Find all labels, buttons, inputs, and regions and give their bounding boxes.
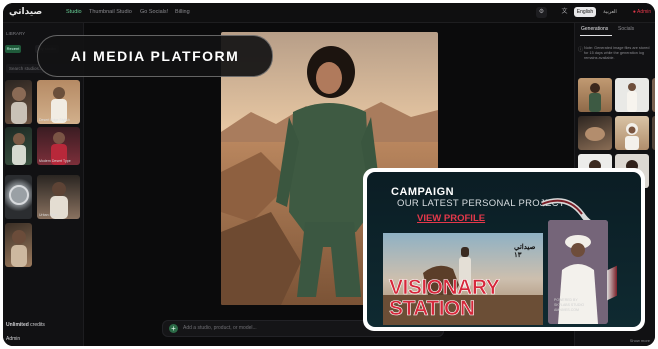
- language-english-button[interactable]: English: [574, 7, 596, 17]
- generation-thumb[interactable]: [652, 116, 655, 150]
- gear-icon[interactable]: ⚙: [536, 7, 547, 18]
- plan-label: Unlimited: [6, 322, 29, 328]
- active-tab-underline: [580, 35, 612, 36]
- prompt-input[interactable]: Add a studio, product, or model...: [183, 325, 257, 331]
- thumb-caption: Desert Edge Stylish: [39, 118, 70, 122]
- side-caption-1: POWERED BY: [554, 298, 578, 302]
- person-portrait-icon: [12, 133, 26, 165]
- user-icon: ●: [632, 9, 636, 15]
- profile-label: Admin: [636, 9, 652, 15]
- studio-thumb[interactable]: [5, 223, 32, 267]
- thumb-caption: Urban Style: [39, 213, 58, 217]
- studio-thumb[interactable]: Modern Desert Type: [37, 127, 80, 165]
- person-portrait-icon: [625, 123, 639, 150]
- poster-line-2: STATION: [389, 297, 476, 320]
- studio-thumb[interactable]: [5, 80, 32, 124]
- app-window: صيداتي Studio Thumbnail Studio Go Social…: [3, 3, 655, 346]
- tab-generations[interactable]: Generations: [581, 26, 608, 32]
- chip-recent[interactable]: Recent: [5, 45, 21, 53]
- tab-go-socials[interactable]: Go Socials!: [140, 9, 168, 15]
- top-navigation: صيداتي Studio Thumbnail Studio Go Social…: [3, 3, 655, 23]
- generation-thumb[interactable]: [578, 116, 612, 150]
- side-caption-3: AMNIVES.COM: [554, 308, 579, 312]
- person-portrait-icon: [589, 83, 601, 112]
- campaign-card-content: CAMPAIGN OUR LATEST PERSONAL PROJECT VIE…: [367, 172, 641, 327]
- campaign-poster[interactable]: صيداتي ١٣ VISIONARY STATION: [383, 233, 543, 325]
- studio-thumb[interactable]: [5, 175, 32, 219]
- tab-studio[interactable]: Studio: [66, 9, 82, 15]
- add-icon[interactable]: +: [169, 324, 178, 333]
- person-portrait-icon: [11, 87, 27, 124]
- campaign-title: CAMPAIGN: [391, 186, 455, 198]
- sidebar-account-label[interactable]: Admin: [6, 336, 20, 342]
- studio-thumb[interactable]: [5, 127, 32, 165]
- poster-line-1: VISIONARY: [389, 276, 500, 299]
- language-arabic-button[interactable]: العربية: [600, 7, 620, 17]
- plan-suffix: credits: [30, 322, 45, 328]
- tab-socials[interactable]: Socials: [618, 26, 634, 32]
- studio-thumb[interactable]: Desert Edge Stylish: [37, 80, 80, 124]
- lens-icon: [9, 185, 29, 205]
- translate-icon[interactable]: 文: [559, 7, 570, 18]
- generation-thumb[interactable]: [652, 78, 655, 112]
- show-more-link[interactable]: Show more: [630, 338, 650, 343]
- library-heading: LIBRARY: [6, 31, 26, 36]
- generation-thumb[interactable]: [578, 78, 612, 112]
- plan-status: Unlimited credits: [6, 322, 45, 328]
- thumb-caption: Modern Desert Type: [39, 159, 71, 163]
- headline-pill: AI MEDIA PLATFORM: [37, 35, 273, 77]
- studio-thumb[interactable]: Urban Style: [37, 175, 80, 219]
- person-portrait-icon: [11, 230, 27, 267]
- campaign-card[interactable]: CAMPAIGN OUR LATEST PERSONAL PROJECT VIE…: [363, 168, 645, 331]
- generation-thumb[interactable]: [615, 116, 649, 150]
- storage-note: Note: Generated image files are stored f…: [584, 46, 650, 60]
- person-portrait-icon: [627, 83, 637, 112]
- campaign-side-photo[interactable]: POWERED BY SKYLABS STUDIO AMNIVES.COM: [548, 220, 608, 324]
- app-logo[interactable]: صيداتي: [9, 7, 42, 17]
- hand-product-icon: [585, 127, 605, 141]
- tab-billing[interactable]: Billing: [175, 9, 190, 15]
- profile-button[interactable]: ● Admin: [629, 7, 655, 17]
- view-profile-link[interactable]: VIEW PROFILE: [417, 213, 485, 224]
- poster-arabic-text: صيداتي ١٣: [514, 244, 536, 259]
- generation-thumb[interactable]: [615, 78, 649, 112]
- side-caption-2: SKYLABS STUDIO: [554, 303, 585, 307]
- info-icon: ⓘ: [578, 47, 584, 53]
- tab-thumbnail-studio[interactable]: Thumbnail Studio: [89, 9, 132, 15]
- ribbon-accent-icon: [607, 265, 617, 301]
